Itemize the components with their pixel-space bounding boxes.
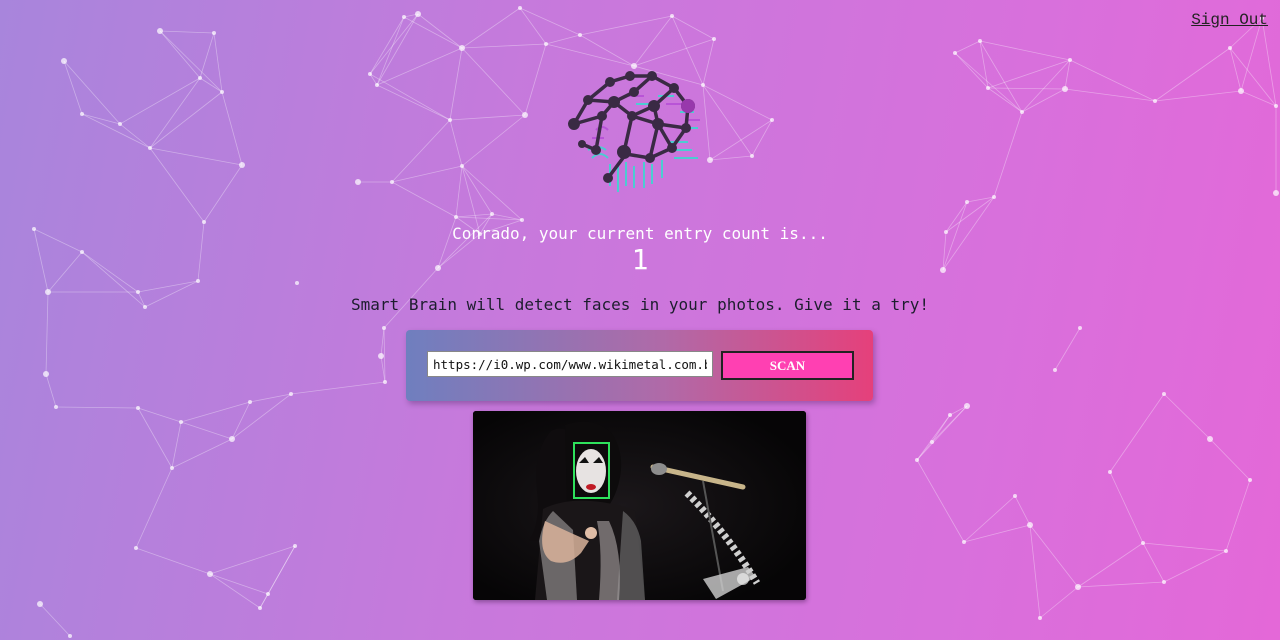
concert-photo (473, 411, 806, 600)
particle-dot (207, 571, 213, 577)
particle-dot (448, 118, 452, 122)
particle-dot (962, 540, 966, 544)
particle-dot (750, 154, 754, 158)
particle-dot (1141, 541, 1145, 545)
particle-dot (770, 118, 774, 122)
particle-dot (148, 146, 152, 150)
particle-dot (54, 405, 58, 409)
particle-dot (248, 400, 252, 404)
particle-dot (930, 440, 934, 444)
particle-dot (382, 326, 386, 330)
image-link-form: SCAN (406, 330, 873, 401)
particle-dot (355, 179, 361, 185)
particle-dot (1078, 326, 1082, 330)
particle-dot (295, 281, 299, 285)
particle-dot (1013, 494, 1017, 498)
particle-dot (258, 606, 262, 610)
particle-dot (68, 634, 72, 638)
particle-dot (266, 592, 270, 596)
particle-dot (289, 392, 293, 396)
particle-dot (1273, 190, 1279, 196)
particle-dot (1238, 88, 1244, 94)
particle-dot (198, 76, 202, 80)
particle-dot (1224, 549, 1228, 553)
particle-dot (1274, 104, 1278, 108)
particle-dot (1228, 46, 1232, 50)
particle-dot (953, 51, 957, 55)
particle-dot (986, 86, 990, 90)
particle-dot (1062, 86, 1068, 92)
particle-dot (43, 371, 49, 377)
particle-dot (670, 14, 674, 18)
particle-dot (459, 45, 465, 51)
particle-dot (1207, 436, 1213, 442)
scan-button[interactable]: SCAN (721, 351, 854, 380)
particle-dot (1162, 392, 1166, 396)
particle-dot (375, 83, 379, 87)
particle-dot (1248, 478, 1252, 482)
particle-dot (220, 90, 224, 94)
particle-dot (368, 72, 372, 76)
particle-dot (293, 544, 297, 548)
entry-count-value: 1 (631, 243, 649, 276)
particle-dot (157, 28, 163, 34)
particle-dot (134, 546, 138, 550)
particle-dot (578, 33, 582, 37)
particle-dot (1153, 99, 1157, 103)
particle-dot (170, 466, 174, 470)
particle-dot (544, 42, 548, 46)
top-nav: Sign Out (1191, 9, 1268, 29)
particle-dot (415, 11, 421, 17)
particle-dot (212, 31, 216, 35)
particle-dot (915, 458, 919, 462)
face-bounding-box (573, 442, 610, 499)
face-recognition-image (473, 411, 806, 600)
particle-dot (37, 601, 43, 607)
image-url-input[interactable] (427, 351, 713, 377)
particle-dot (1020, 110, 1024, 114)
entry-count-message: Conrado, your current entry count is... (452, 224, 828, 243)
particle-dot (383, 380, 387, 384)
particle-dot (1038, 616, 1042, 620)
particle-dot (1162, 580, 1166, 584)
particle-dot (61, 58, 67, 64)
particle-dot (1068, 58, 1072, 62)
particle-dot (390, 180, 394, 184)
particle-dot (378, 353, 384, 359)
particle-dot (136, 290, 140, 294)
particle-dot (1027, 522, 1033, 528)
particle-dot (520, 218, 524, 222)
particle-dot (522, 112, 528, 118)
particle-dot (1108, 470, 1112, 474)
particle-dot (136, 406, 140, 410)
particle-dot (1053, 368, 1057, 372)
brain-circuit-icon (568, 71, 700, 192)
particle-dot (229, 436, 235, 442)
particle-dot (239, 162, 245, 168)
particle-dot (460, 164, 464, 168)
particle-dot (179, 420, 183, 424)
particle-dot (992, 195, 996, 199)
particle-dot (118, 122, 122, 126)
particle-dot (964, 403, 970, 409)
brain-logo (562, 66, 712, 202)
particle-dot (948, 413, 952, 417)
particle-dot (490, 212, 494, 216)
particle-dot (978, 39, 982, 43)
intro-text: Smart Brain will detect faces in your ph… (351, 295, 929, 314)
sign-out-link[interactable]: Sign Out (1191, 11, 1268, 29)
particle-dot (402, 15, 406, 19)
particle-dot (1075, 584, 1081, 590)
particle-dot (518, 6, 522, 10)
particle-dot (454, 215, 458, 219)
particle-dot (712, 37, 716, 41)
particle-dot (196, 279, 200, 283)
particle-dot (965, 200, 969, 204)
particle-dot (80, 112, 84, 116)
